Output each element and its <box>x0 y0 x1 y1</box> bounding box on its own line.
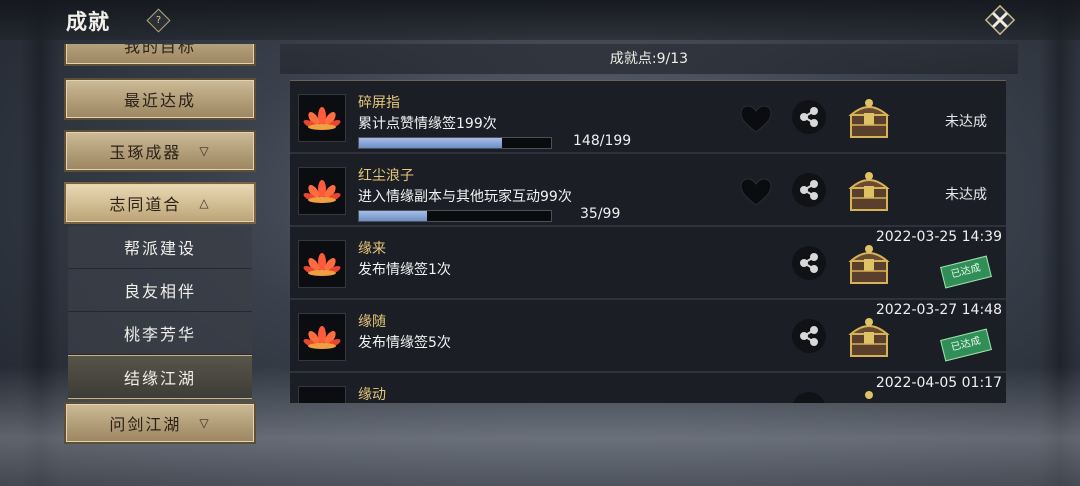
progress-bar <box>358 210 552 222</box>
achievement-points: 成就点:9/13 <box>280 44 1018 74</box>
progress-text: 148/199 <box>573 133 632 149</box>
treasure-chest-icon <box>848 318 890 357</box>
share-button[interactable] <box>792 100 826 134</box>
reward-chest-button[interactable] <box>844 387 894 403</box>
share-icon <box>800 107 818 127</box>
progress-fill <box>359 138 502 148</box>
reward-chest-button[interactable] <box>844 241 894 287</box>
reward-chest-button[interactable] <box>844 95 894 141</box>
share-icon <box>800 326 818 346</box>
achievement-panel: 成就点:9/13 碎屏指 累计点赞情缘签199次 148/199 未达成 红尘浪… <box>280 44 1018 404</box>
completion-date: 2022-03-25 14:39 <box>875 229 1002 245</box>
close-icon <box>984 4 1016 36</box>
sidebar-item-label: 我的目标 <box>123 44 196 56</box>
share-icon <box>800 253 818 273</box>
achievement-row: 碎屏指 累计点赞情缘签199次 148/199 未达成 <box>290 81 1006 154</box>
progress-text: 35/99 <box>580 206 621 222</box>
sidebar-item-label: 良友相伴 <box>123 282 196 301</box>
chevron-down-icon: ▽ <box>199 416 211 430</box>
share-button[interactable] <box>792 392 826 403</box>
share-button[interactable] <box>792 173 826 207</box>
sidebar-item-wenjian[interactable]: 问剑江湖 ▽ <box>64 402 256 444</box>
lotus-icon <box>298 240 346 288</box>
achievement-name: 碎屏指 <box>358 95 400 111</box>
achievement-desc: 进入情缘副本与其他玩家互动99次 <box>358 189 572 205</box>
like-heart-icon[interactable] <box>740 105 772 133</box>
treasure-chest-icon <box>848 172 890 211</box>
reward-chest-button[interactable] <box>844 168 894 214</box>
sidebar-item-label: 结缘江湖 <box>123 369 196 388</box>
sidebar-subitem-bangpai[interactable]: 帮派建设 <box>68 226 252 269</box>
achievement-list[interactable]: 碎屏指 累计点赞情缘签199次 148/199 未达成 红尘浪子 进入情缘副本与… <box>290 80 1006 403</box>
sidebar-subitem-liangyou[interactable]: 良友相伴 <box>68 269 252 312</box>
sidebar-subitem-taoli[interactable]: 桃李芳华 <box>68 312 252 355</box>
lotus-icon <box>298 313 346 361</box>
treasure-chest-icon <box>848 99 890 138</box>
like-heart-icon[interactable] <box>740 178 772 206</box>
achievement-name: 红尘浪子 <box>358 168 414 184</box>
reward-chest-button[interactable] <box>844 314 894 360</box>
chevron-down-icon: ▽ <box>199 144 211 158</box>
sidebar-item-recent[interactable]: 最近达成 <box>64 78 256 120</box>
sidebar-item-label: 最近达成 <box>123 91 196 110</box>
sidebar-subitem-jieyuan[interactable]: 结缘江湖 <box>68 355 252 399</box>
sidebar-item-label: 问剑江湖 <box>109 415 182 434</box>
achievement-row: 红尘浪子 进入情缘副本与其他玩家互动99次 35/99 未达成 <box>290 154 1006 227</box>
achievement-name: 缘随 <box>358 314 386 330</box>
lotus-icon <box>298 94 346 142</box>
sidebar-item-label: 桃李芳华 <box>123 325 196 344</box>
achievement-name: 缘来 <box>358 241 386 257</box>
completed-stamp: 已达成 <box>940 328 992 362</box>
sidebar-item-label: 帮派建设 <box>123 239 196 258</box>
progress-fill <box>359 211 427 221</box>
share-button[interactable] <box>792 246 826 280</box>
achievement-row: 缘随 发布情缘签5次 2022-03-27 14:48 已达成 <box>290 300 1006 373</box>
treasure-chest-icon <box>865 391 873 399</box>
sidebar-item-my-goals[interactable]: 我的目标 <box>64 44 256 66</box>
sidebar-item-label: 玉琢成器 <box>109 143 182 162</box>
help-button[interactable]: ? <box>146 8 171 33</box>
chevron-up-icon: △ <box>199 196 211 210</box>
lotus-icon <box>298 386 346 403</box>
category-sidebar: 我的目标 最近达成 玉琢成器 ▽ 志同道合 △ 帮派建设 良友相伴 桃李芳华 结… <box>56 44 266 444</box>
close-button[interactable] <box>984 4 1016 36</box>
share-button[interactable] <box>792 319 826 353</box>
sidebar-item-label: 志同道合 <box>109 195 182 214</box>
share-icon <box>800 180 818 200</box>
achievement-row: 缘动 2022-04-05 01:17 <box>290 373 1006 403</box>
completed-stamp: 已达成 <box>940 255 992 289</box>
lotus-icon <box>298 167 346 215</box>
progress-bar <box>358 137 552 149</box>
achievement-desc: 累计点赞情缘签199次 <box>358 116 497 132</box>
status-label: 未达成 <box>945 114 987 130</box>
help-icon: ? <box>155 15 162 26</box>
title-bar: 成就 ? <box>0 0 1080 40</box>
sidebar-item-zhitong[interactable]: 志同道合 △ <box>64 182 256 224</box>
completion-date: 2022-03-27 14:48 <box>875 302 1002 318</box>
achievement-name: 缘动 <box>358 387 386 403</box>
achievement-desc: 发布情缘签1次 <box>358 262 451 278</box>
achievement-desc: 发布情缘签5次 <box>358 335 451 351</box>
page-title: 成就 <box>66 10 110 34</box>
status-label: 未达成 <box>945 187 987 203</box>
treasure-chest-icon <box>848 245 890 284</box>
sidebar-item-yuzhuo[interactable]: 玉琢成器 ▽ <box>64 130 256 172</box>
achievement-row: 缘来 发布情缘签1次 2022-03-25 14:39 已达成 <box>290 227 1006 300</box>
completion-date: 2022-04-05 01:17 <box>875 375 1002 391</box>
